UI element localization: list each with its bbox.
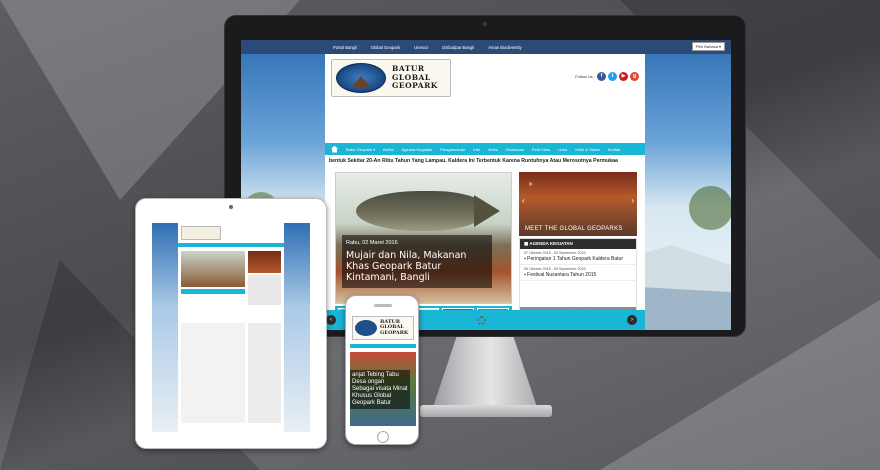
topnav-unesco[interactable]: Unesco (414, 45, 428, 50)
logo-line-3: GEOPARK (392, 81, 438, 91)
phone-logo-emblem (355, 320, 377, 336)
agenda-header-label: AGENDA KEGIATAN (529, 241, 573, 246)
nav-peta-situs[interactable]: Peta Situs (532, 147, 550, 152)
nav-batur-geopark[interactable]: Batur Geopark ▾ (346, 147, 375, 152)
banner-caption: MEET THE GLOBAL GEOPARKS (525, 226, 623, 232)
site-logo[interactable]: BATUR GLOBAL GEOPARK (331, 59, 451, 97)
tablet-nav (178, 243, 284, 247)
tablet-camera (229, 205, 233, 209)
facebook-icon[interactable]: f (597, 72, 606, 81)
monitor-stand-base (420, 405, 552, 417)
youtube-icon[interactable]: ▶ (619, 72, 628, 81)
tablet-device (135, 198, 327, 449)
phone-slide-title: anjat Tebing Tabu Desa ongan Sebagai vis… (350, 370, 410, 409)
nav-info[interactable]: Info (473, 147, 480, 152)
page-container: BATUR GLOBAL GEOPARK Follow Us : f t ▶ g… (325, 54, 645, 330)
topnav-global-geopark[interactable]: Global Geopark (371, 45, 400, 50)
agenda-item[interactable]: 06 Oktober 2015 - 05 September 2015 ▪ Fe… (520, 265, 636, 281)
tablet-logo (181, 226, 221, 240)
chevron-left-icon[interactable]: ‹ (522, 196, 525, 205)
agenda-date: 07 Oktober 2015 - 05 September 2015 (524, 251, 586, 255)
nav-links[interactable]: Links (558, 147, 567, 152)
phone-nav[interactable] (350, 344, 416, 348)
phone-screen: BATUR GLOBAL GEOPARK anjat Tebing Tabu D… (350, 314, 416, 426)
phone-logo-text: BATUR GLOBAL GEOPARK (380, 319, 409, 337)
logo-text: BATUR GLOBAL GEOPARK (392, 65, 438, 91)
news-ticker[interactable]: bentuk Sekitar 20-An Ribu Tahun Yang Lam… (325, 158, 645, 167)
arrow-right-icon[interactable]: › (627, 315, 637, 325)
tablet-slider (181, 251, 245, 287)
camera-dot (483, 22, 487, 26)
nav-kontak[interactable]: Kontak (608, 147, 620, 152)
language-select[interactable]: Pilih Bahasa ▾ (691, 42, 725, 51)
tablet-sidebar (248, 323, 281, 423)
tablet-thumbs (181, 289, 245, 294)
phone-slide-image[interactable]: anjat Tebing Tabu Desa ongan Sebagai vis… (350, 352, 416, 426)
phone-device: BATUR GLOBAL GEOPARK anjat Tebing Tabu D… (345, 295, 419, 445)
agenda-header: ▦ AGENDA KEGIATAN (520, 239, 636, 249)
slide-title[interactable]: Mujair dan Nila, Makanan Khas Geopark Ba… (346, 250, 488, 283)
nav-download[interactable]: Download (506, 147, 524, 152)
nav-berita[interactable]: Berita (383, 147, 393, 152)
topnav-portal-bangli[interactable]: Portal Bangli (333, 45, 357, 50)
agenda-date: 06 Oktober 2015 - 05 September 2015 (524, 267, 586, 271)
global-geoparks-banner[interactable]: ▥ ‹ › MEET THE GLOBAL GEOPARKS (519, 172, 637, 236)
agenda-title: ▪ Peringatan 1 Tahun Geopark Kaldera Bat… (524, 256, 623, 262)
chevron-right-icon[interactable]: › (631, 196, 634, 205)
slide-caption: Rabu, 02 Maret 2016 Mujair dan Nila, Mak… (342, 235, 492, 288)
nav-video[interactable]: Video (488, 147, 498, 152)
agenda-panel: ▦ AGENDA KEGIATAN 07 Oktober 2015 - 05 S… (519, 238, 637, 318)
tablet-banner (248, 251, 281, 273)
top-navigation: Portal Bangli Global Geopark Unesco Disb… (241, 40, 731, 54)
agenda-item[interactable]: 07 Oktober 2015 - 05 September 2015 ▪ Pe… (520, 249, 636, 265)
home-icon[interactable] (331, 145, 338, 153)
phone-logo-line-3: GEOPARK (380, 329, 409, 336)
follow-us: Follow Us : f t ▶ g (575, 72, 639, 81)
nav-kritik-saran[interactable]: Kritik & Saran (575, 147, 599, 152)
agenda-title-text: Festival Nusantara Tahun 2015 (527, 272, 597, 278)
fish-tail-shape (474, 195, 500, 227)
nav-pengumuman[interactable]: Pengumuman (440, 147, 465, 152)
arrow-left-icon[interactable]: ‹ (326, 315, 336, 325)
phone-speaker (374, 304, 392, 307)
nav-agenda[interactable]: Agenda Kegiatan (402, 147, 433, 152)
unesco-emblem: ▥ (529, 182, 533, 186)
google-plus-icon[interactable]: g (630, 72, 639, 81)
news-slider[interactable]: Rabu, 02 Maret 2016 Mujair dan Nila, Mak… (335, 172, 512, 304)
main-navigation: Batur Geopark ▾ Berita Agenda Kegiatan P… (325, 143, 645, 155)
tablet-news-list (181, 323, 245, 423)
tablet-page (178, 223, 284, 432)
slide-date: Rabu, 02 Maret 2016 (346, 240, 398, 246)
loading-spinner-icon (477, 316, 486, 325)
phone-logo[interactable]: BATUR GLOBAL GEOPARK (352, 316, 414, 340)
twitter-icon[interactable]: t (608, 72, 617, 81)
agenda-title-text: Peringatan 1 Tahun Geopark Kaldera Batur (527, 256, 623, 262)
tablet-screen (152, 223, 310, 432)
tablet-agenda (248, 275, 281, 305)
follow-label: Follow Us : (575, 74, 595, 79)
phone-home-button (377, 431, 389, 443)
topnav-disbudpar[interactable]: Disbudpar Bangli (442, 45, 474, 50)
language-select-label: Pilih Bahasa (695, 44, 718, 49)
fish-shape (356, 191, 484, 231)
logo-emblem (336, 63, 386, 93)
topnav-aman-biodiversity[interactable]: Aman Biodiversity (488, 45, 522, 50)
agenda-title: ▪ Festival Nusantara Tahun 2015 (524, 272, 597, 278)
